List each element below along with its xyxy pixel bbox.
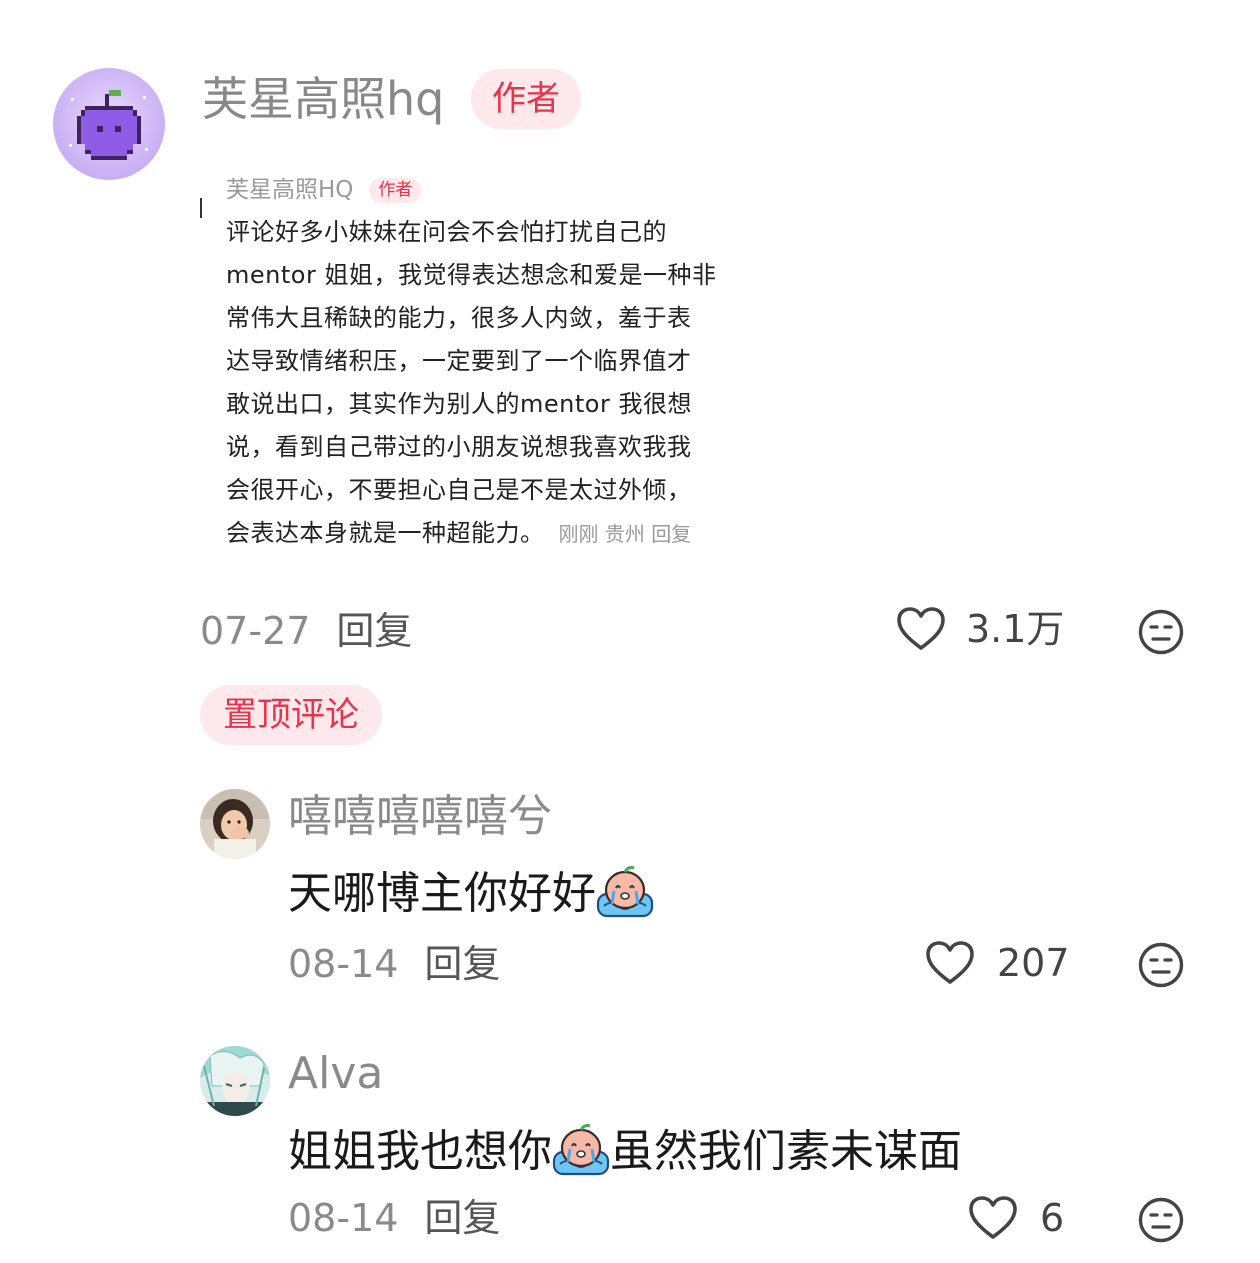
reply-button[interactable]: 回复 bbox=[424, 1196, 500, 1240]
like-button[interactable]: 6 bbox=[968, 1195, 1064, 1241]
reply-text-content: 天哪博主你好好 bbox=[288, 868, 596, 919]
heart-outline-icon bbox=[969, 1196, 1017, 1239]
comment-date: 08-14 bbox=[288, 942, 399, 986]
dislike-button[interactable] bbox=[1137, 941, 1185, 989]
screenshot-username: 芙星高照HQ bbox=[226, 177, 354, 203]
reply-avatar[interactable] bbox=[200, 789, 270, 859]
like-count: 207 bbox=[997, 941, 1070, 985]
main-comment-meta: 07-27 回复 bbox=[200, 612, 412, 650]
screenshot-line: 评论好多小妹妹在问会不会怕打扰自己的 bbox=[226, 218, 667, 246]
screenshot-author-badge: 作者 bbox=[369, 178, 422, 203]
reply-meta: 08-14 回复 bbox=[288, 945, 500, 983]
reply-text-before: 姐姐我也想你 bbox=[288, 1126, 552, 1177]
crying-face-emoji-icon bbox=[552, 1124, 610, 1176]
screenshot-line: 说，看到自己带过的小朋友说想我喜欢我我 bbox=[226, 433, 692, 461]
reply-button[interactable]: 回复 bbox=[424, 942, 500, 986]
screenshot-line: 敢说出口，其实作为别人的mentor 我很想 bbox=[226, 390, 692, 418]
screenshot-line: 会表达本身就是一种超能力。 bbox=[226, 519, 545, 547]
anime-character-avatar bbox=[200, 1046, 270, 1116]
author-badge: 作者 bbox=[471, 69, 581, 129]
author-avatar[interactable] bbox=[53, 68, 165, 180]
screenshot-line: 常伟大且稀缺的能力，很多人内敛，羞于表 bbox=[226, 304, 692, 332]
pixel-apple-avatar bbox=[53, 68, 165, 180]
reply-text-after: 虽然我们素未谋面 bbox=[610, 1126, 962, 1177]
screenshot-header: 芙星高照HQ 作者 bbox=[226, 177, 422, 203]
crying-face-emoji-icon bbox=[596, 866, 654, 918]
screenshot-line: mentor 姐姐，我觉得表达想念和爱是一种非 bbox=[226, 261, 717, 289]
reply-meta: 08-14 回复 bbox=[288, 1199, 500, 1237]
heart-outline-icon bbox=[926, 941, 974, 984]
like-count: 3.1万 bbox=[966, 607, 1065, 651]
like-button[interactable]: 3.1万 bbox=[896, 606, 1064, 652]
heart-outline-icon bbox=[897, 607, 945, 650]
reply-button[interactable]: 回复 bbox=[336, 609, 412, 653]
like-count: 6 bbox=[1040, 1196, 1065, 1240]
screenshot-line: 会很开心，不要担心自己是不是太过外倾， bbox=[226, 476, 692, 504]
meh-face-icon bbox=[1138, 1197, 1184, 1243]
crying-face-emoji bbox=[596, 864, 654, 928]
reply-username[interactable]: 嘻嘻嘻嘻嘻兮 bbox=[288, 795, 552, 839]
crying-face-emoji bbox=[552, 1122, 610, 1186]
comment-date: 08-14 bbox=[288, 1196, 399, 1240]
pinned-comment-badge: 置顶评论 bbox=[200, 685, 382, 745]
child-photo-avatar bbox=[200, 789, 270, 859]
dislike-button[interactable] bbox=[1137, 1196, 1185, 1244]
meh-face-icon bbox=[1138, 609, 1184, 655]
reply-avatar[interactable] bbox=[200, 1046, 270, 1116]
screenshot-line: 达导致情绪积压，一定要到了一个临界值才 bbox=[226, 347, 692, 375]
comment-date: 07-27 bbox=[200, 609, 311, 653]
like-button[interactable]: 207 bbox=[925, 940, 1070, 986]
meh-face-icon bbox=[1138, 942, 1184, 988]
author-username[interactable]: 芙星高照hq bbox=[202, 76, 444, 122]
embedded-comment-screenshot: 芙星高照HQ 作者 评论好多小妹妹在问会不会怕打扰自己的 mentor 姐姐，我… bbox=[198, 160, 768, 555]
reply-text: 姐姐我也想你 虽然我们素未谋面 bbox=[288, 1122, 962, 1186]
reply-username[interactable]: Alva bbox=[288, 1052, 383, 1096]
reply-text: 天哪博主你好好 bbox=[288, 864, 654, 928]
screenshot-last-line: 会表达本身就是一种超能力。 刚刚 贵州 回复 bbox=[226, 521, 691, 545]
screenshot-meta: 刚刚 贵州 回复 bbox=[558, 522, 692, 546]
dislike-button[interactable] bbox=[1137, 608, 1185, 656]
screenshot-left-edge bbox=[200, 198, 202, 218]
